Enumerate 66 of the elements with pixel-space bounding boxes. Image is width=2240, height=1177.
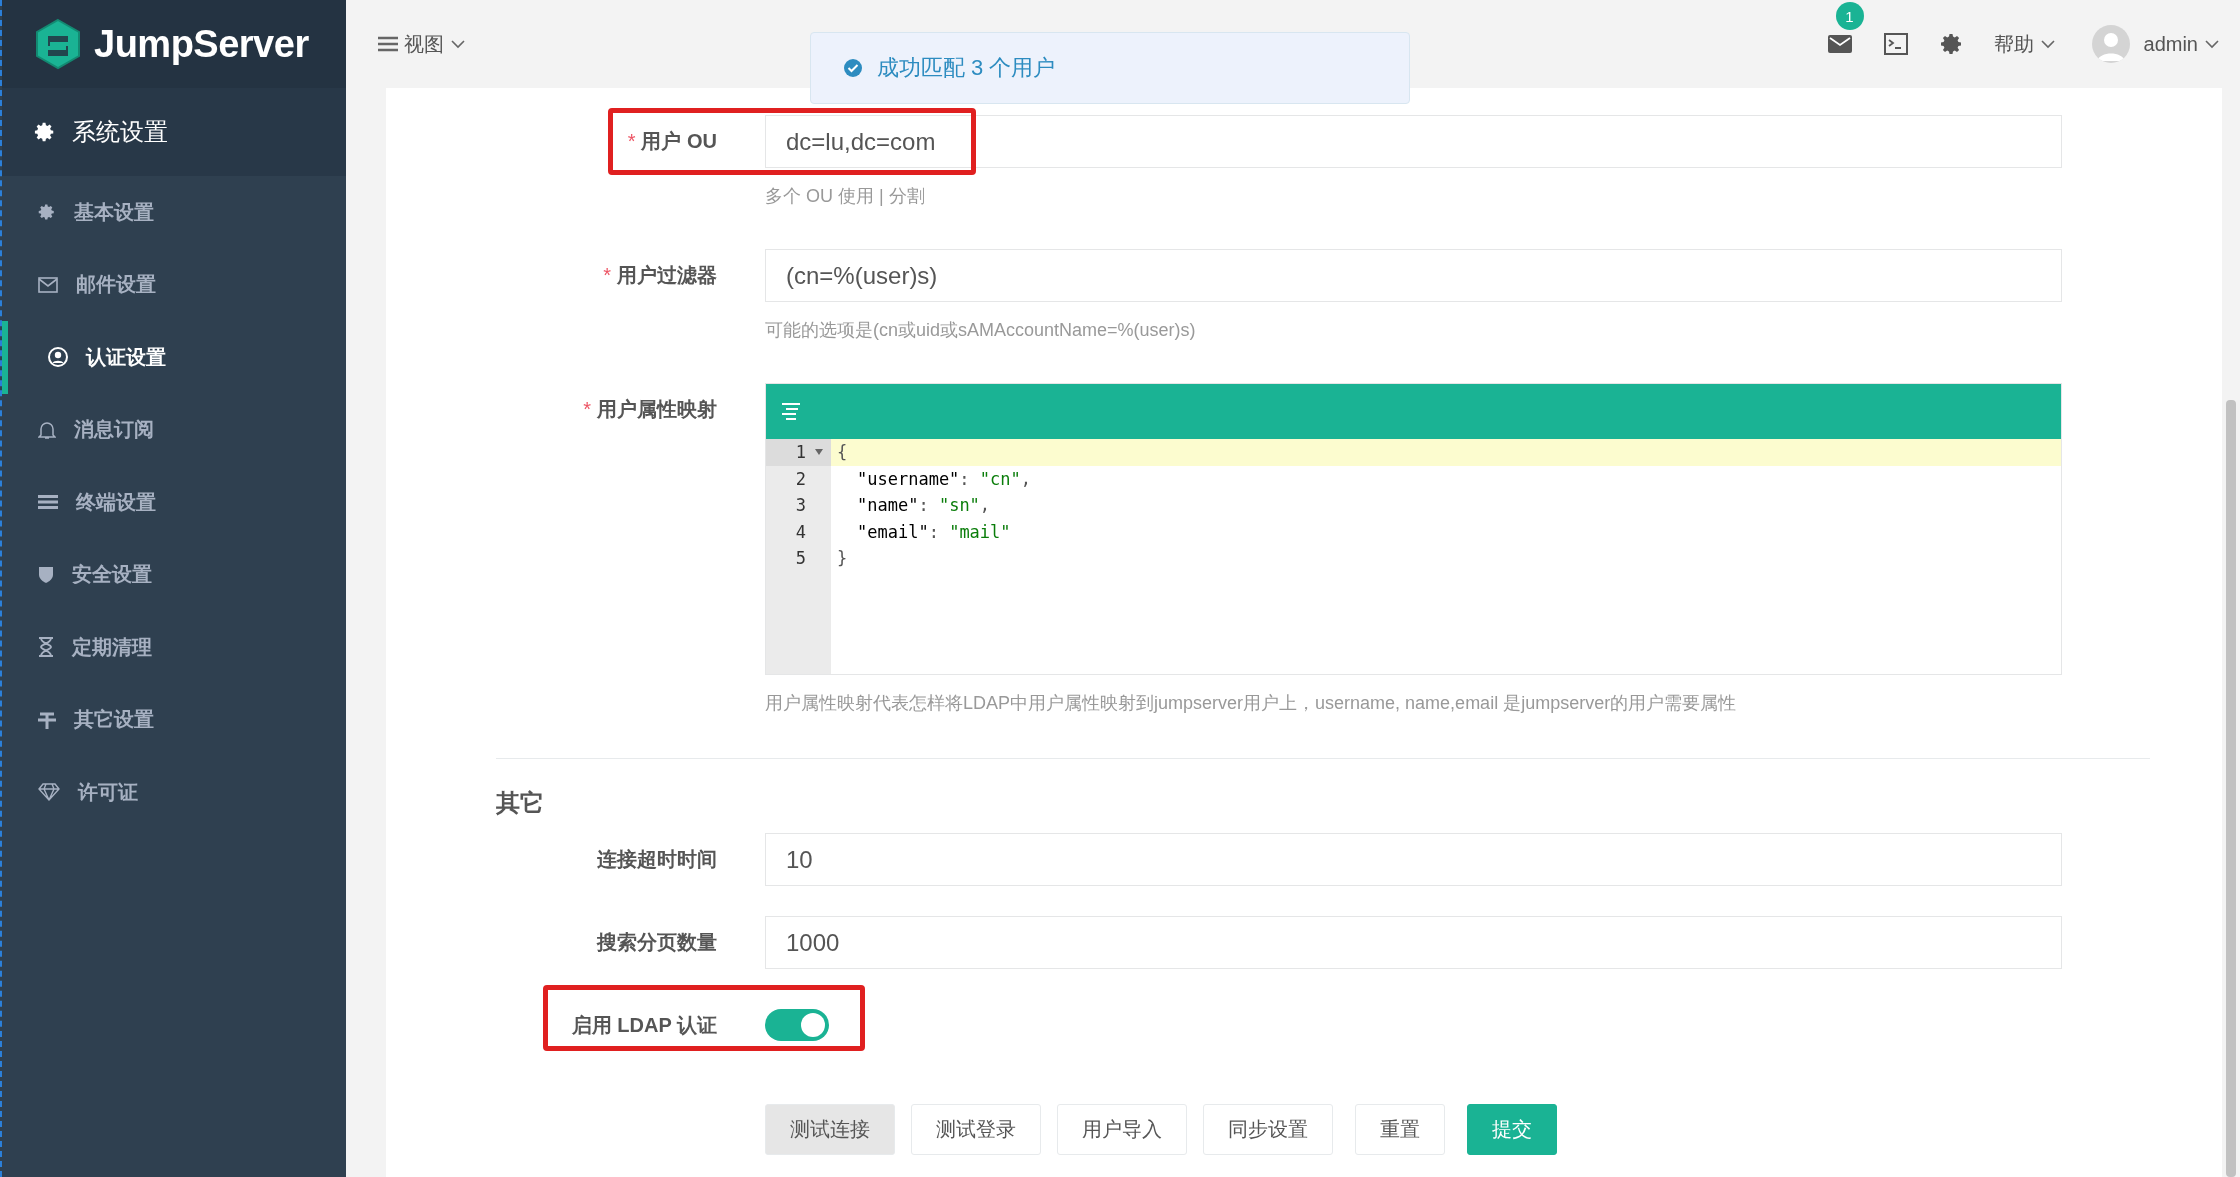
notification-badge: 1 (1835, 2, 1864, 30)
required-mark: * (603, 263, 611, 288)
user-icon (48, 347, 68, 368)
terminal-icon (1883, 33, 1908, 55)
action-button[interactable]: 测试登录 (911, 1104, 1041, 1155)
toast-message: 成功匹配 3 个用户 (810, 32, 1410, 104)
format-icon[interactable] (780, 401, 802, 422)
section-title: 系统设置 (72, 117, 168, 147)
gear-icon (38, 203, 56, 222)
help-text: 多个 OU 使用 | 分割 (765, 185, 926, 208)
sidebar-item[interactable]: 认证设置 (2, 321, 346, 394)
field-label: 用户 OU (641, 129, 717, 154)
user-menu[interactable]: admin (2143, 32, 2220, 56)
menu-icon (378, 36, 398, 52)
field-label: 用户过滤器 (617, 263, 717, 288)
chevron-icon (450, 39, 466, 49)
view-menu[interactable]: 视图 (378, 30, 466, 58)
sidebar-item[interactable]: 基本设置 (2, 176, 346, 249)
settings-icon (1939, 32, 1964, 56)
hourglass-icon (38, 637, 54, 658)
server-icon (38, 494, 58, 511)
help-menu[interactable]: 帮助 (1993, 30, 2056, 58)
sidebar-item[interactable]: 定期清理 (2, 611, 346, 684)
field-label: 连接超时时间 (597, 847, 717, 872)
shield-icon (38, 565, 54, 585)
action-button[interactable]: 同步设置 (1203, 1104, 1333, 1155)
required-mark: * (583, 397, 591, 422)
terminal-button[interactable] (1881, 30, 1910, 58)
envelope-icon (38, 276, 58, 293)
gear-icon (34, 121, 56, 143)
action-button[interactable]: 用户导入 (1057, 1104, 1187, 1155)
bell-icon (38, 419, 56, 440)
code-line: 5 } (794, 547, 849, 571)
chevron-icon (2204, 39, 2220, 49)
sidebar-item[interactable]: 安全设置 (2, 538, 346, 611)
action-button[interactable]: 测试连接 (765, 1104, 895, 1155)
logo-icon (34, 18, 82, 70)
text-field[interactable]: 1000 (765, 916, 2062, 969)
code-editor[interactable]: 1 { 2 "username": "cn", 3 "name": "sn", 4 "email": "mail" 5 } (765, 383, 2062, 675)
envelope-icon (1827, 35, 1852, 53)
action-button[interactable]: 重置 (1355, 1104, 1445, 1155)
check-icon (843, 58, 863, 78)
code-line: 2 "username": "cn", (794, 467, 1033, 491)
sidebar-item[interactable]: 许可证 (2, 756, 346, 829)
chevron-icon (2039, 39, 2056, 49)
sidebar-item[interactable]: 邮件设置 (2, 248, 346, 321)
help-text: 可能的选项是(cn或uid或sAMAccountName=%(user)s) (765, 319, 1197, 342)
code-line: 3 "name": "sn", (794, 494, 992, 518)
fold-arrow-icon[interactable] (815, 449, 823, 456)
field-label: 搜索分页数量 (597, 930, 717, 955)
logo-text: JumpServer (94, 22, 309, 66)
sidebar-item[interactable]: 其它设置 (2, 683, 346, 756)
sidebar-item[interactable]: 消息订阅 (2, 393, 346, 466)
code-line: 4 "email": "mail" (794, 520, 1012, 544)
toggle-switch[interactable] (765, 1009, 829, 1041)
text-field[interactable]: dc=lu,dc=com (765, 115, 2062, 168)
field-label: 启用 LDAP 认证 (571, 1013, 717, 1038)
required-mark: * (627, 129, 636, 154)
section-heading: 其它 (496, 788, 545, 818)
text-field[interactable]: 10 (765, 833, 2062, 886)
text-field[interactable]: (cn=%(user)s) (765, 249, 2062, 302)
field-label: 用户属性映射 (597, 397, 717, 422)
diamond-icon (38, 783, 60, 802)
scrollbar[interactable] (2226, 400, 2236, 1177)
sidebar-item[interactable]: 终端设置 (2, 466, 346, 539)
help-text: 用户属性映射代表怎样将LDAP中用户属性映射到jumpserver用户上，username, name,email 是jumpserver的用户需要属性 (765, 692, 1738, 715)
